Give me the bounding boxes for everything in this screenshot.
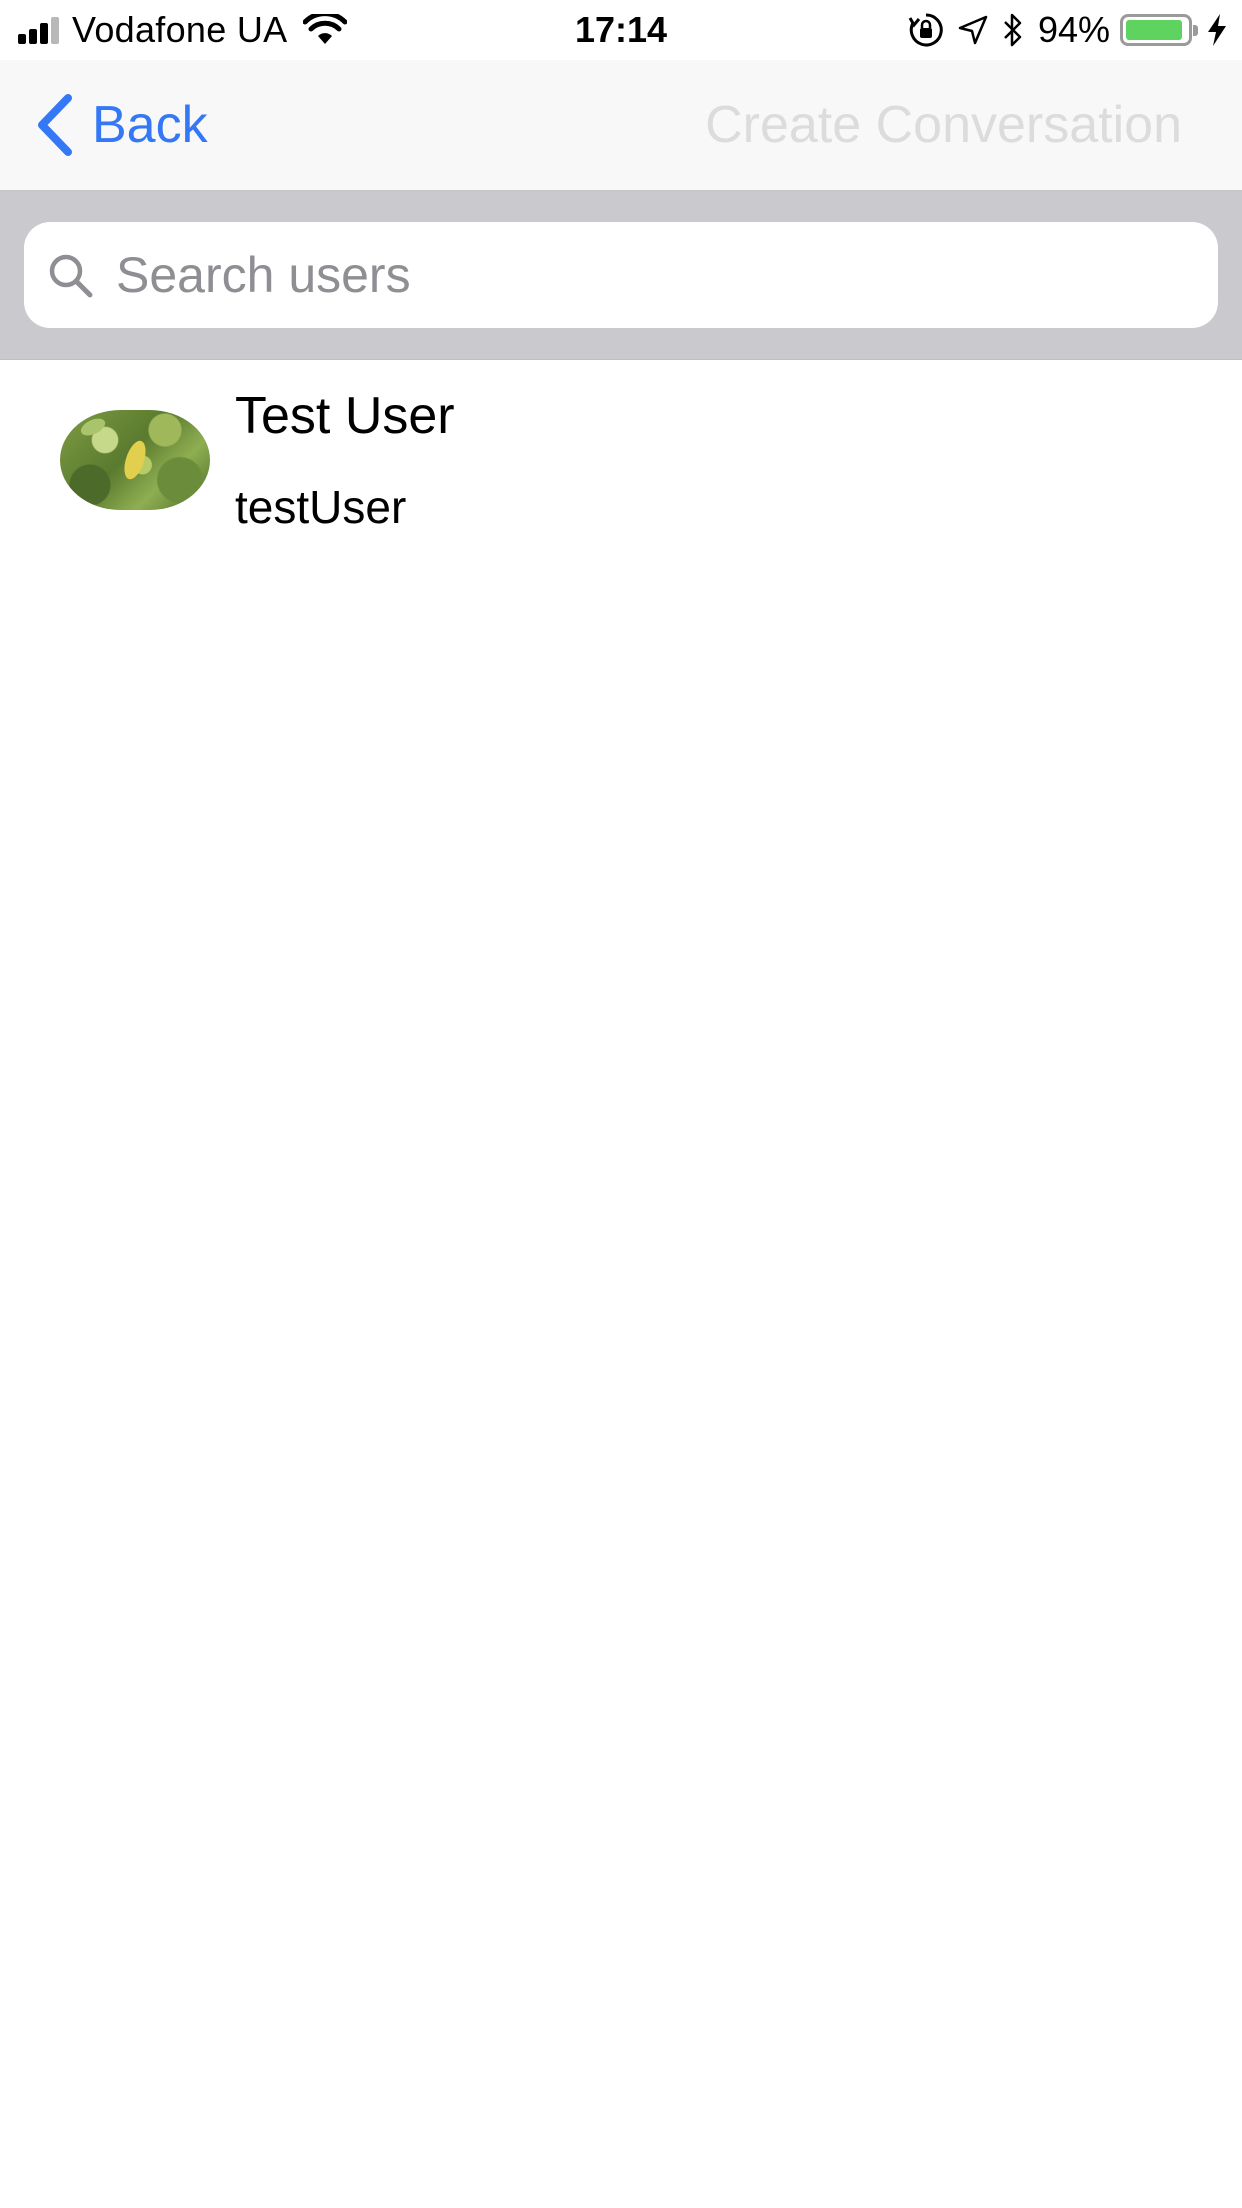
bluetooth-icon	[1004, 13, 1022, 47]
avatar	[60, 410, 210, 510]
back-label: Back	[92, 96, 208, 154]
back-button[interactable]: Back	[36, 60, 208, 190]
create-conversation-button[interactable]: Create Conversation	[705, 60, 1182, 190]
user-name: Test User	[235, 387, 455, 445]
orientation-lock-icon	[908, 13, 943, 47]
list-item[interactable]: Test User testUser	[0, 360, 1242, 550]
search-icon	[49, 254, 93, 298]
status-right: 94%	[894, 0, 1228, 60]
battery-fill	[1126, 20, 1183, 40]
status-bar: Vodafone UA 17:14 94%	[0, 0, 1242, 60]
user-username: testUser	[235, 481, 407, 533]
battery-icon	[1120, 14, 1198, 46]
user-list: Test User testUser	[0, 360, 1242, 550]
chevron-left-icon	[38, 94, 72, 156]
battery-percent: 94%	[1037, 9, 1110, 50]
navigation-bar: Back Create Conversation	[0, 60, 1242, 192]
search-field[interactable]	[24, 222, 1218, 328]
location-icon	[958, 15, 988, 45]
charging-icon	[1208, 14, 1226, 46]
search-bar	[0, 192, 1242, 360]
search-input[interactable]	[114, 245, 1114, 305]
